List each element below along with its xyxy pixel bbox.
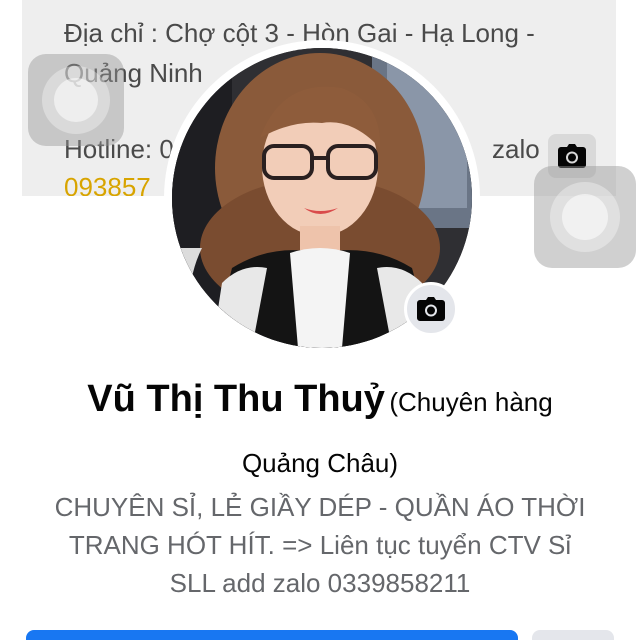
assistive-touch-button[interactable]: [534, 166, 636, 268]
bio-line: TRANG HÓT HÍT. => Liên tục tuyển CTV Sỉ: [68, 530, 572, 560]
edit-profile-picture-button[interactable]: [404, 282, 458, 336]
profile-bio: CHUYÊN SỈ, LẺ GIẦY DÉP - QUẦN ÁO THỜI TR…: [20, 488, 620, 602]
primary-action-button[interactable]: [26, 630, 518, 640]
profile-name-main: Vũ Thị Thu Thuỷ: [87, 378, 385, 420]
cover-text-line: 093857: [64, 172, 151, 196]
profile-alternate-name-cont: Quảng Châu): [241, 448, 399, 478]
assistive-touch-button[interactable]: [28, 54, 124, 146]
camera-icon: [417, 297, 445, 321]
cover-text-line: zalo: [492, 134, 540, 164]
profile-name: Vũ Thị Thu Thuỷ (Chuyên hàng: [0, 378, 640, 421]
bio-line: SLL add zalo 0339858211: [169, 568, 471, 598]
profile-alternate-name: (Chuyên hàng: [389, 387, 553, 417]
more-options-button[interactable]: [532, 630, 614, 640]
bio-line: CHUYÊN SỈ, LẺ GIẦY DÉP - QUẦN ÁO THỜI: [54, 492, 586, 522]
camera-icon: [558, 144, 586, 168]
